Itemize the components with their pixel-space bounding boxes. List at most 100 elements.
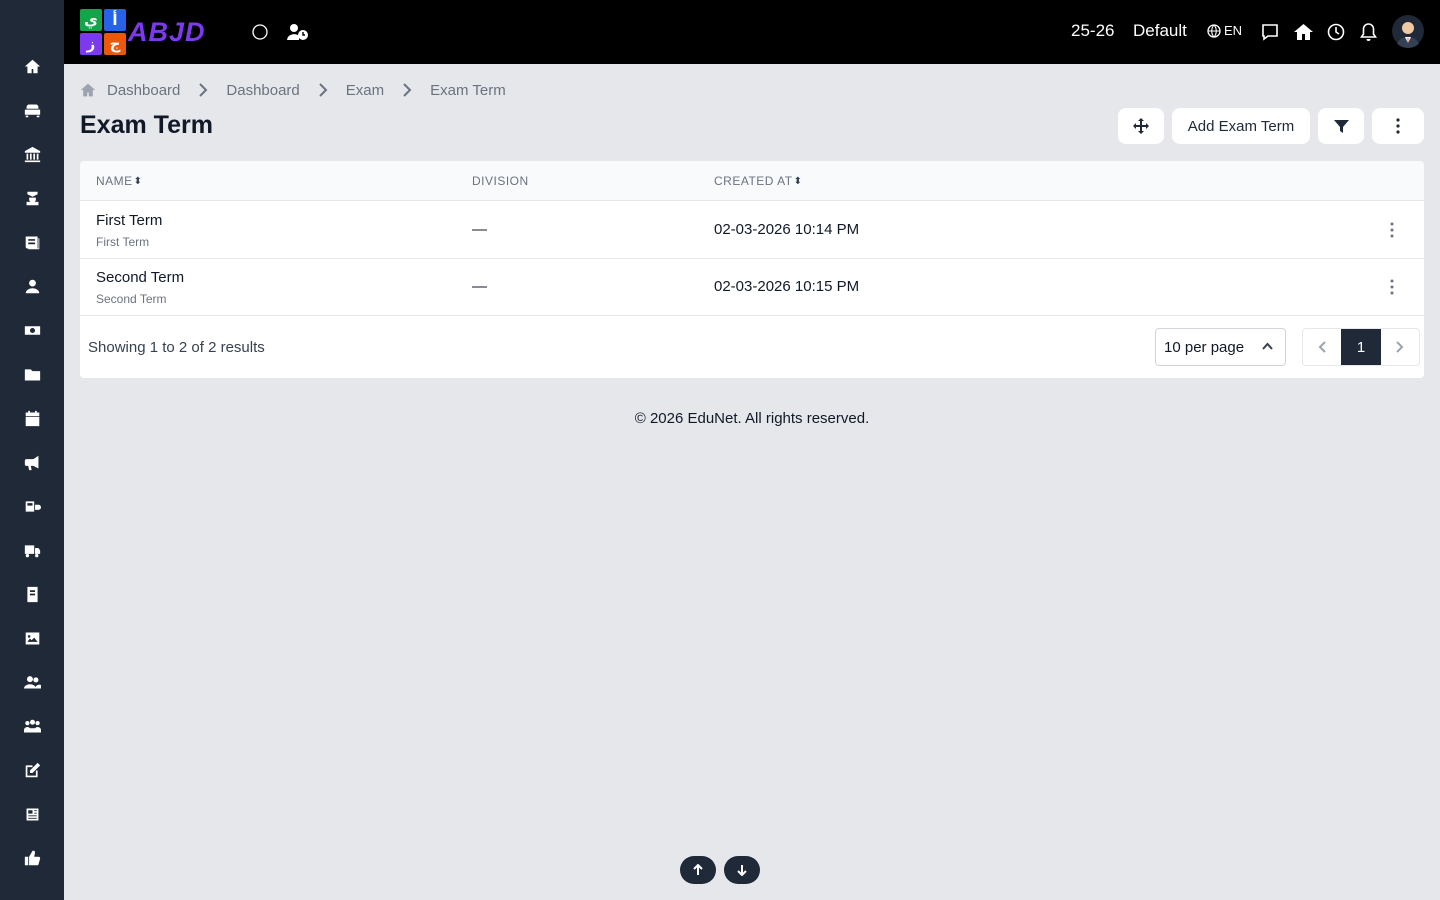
chevron-right-icon [402, 83, 412, 97]
scroll-up-button[interactable] [680, 856, 716, 884]
image-icon [25, 632, 39, 644]
sidebar-item-edit[interactable] [0, 748, 64, 792]
home-shortcut-button[interactable] [1293, 22, 1313, 42]
reorder-button[interactable] [1118, 108, 1164, 144]
row-actions-button[interactable] [1382, 219, 1402, 241]
term-subtitle: First Term [96, 235, 150, 249]
loading-circle-icon[interactable] [250, 22, 270, 42]
scroll-down-button[interactable] [724, 856, 760, 884]
arrow-up-icon [693, 864, 703, 875]
sidebar-item-graduation[interactable] [0, 176, 64, 220]
footer-copyright: © 2026 EduNet. All rights reserved. [634, 410, 870, 427]
column-header-created-at[interactable]: CREATED AT ⬍ [714, 174, 802, 188]
table-header: NAME ⬍ DIVISION CREATED AT ⬍ [80, 161, 1424, 201]
logo-text: ABJD [128, 16, 206, 47]
truck-icon [24, 544, 40, 557]
move-icon [1133, 118, 1149, 134]
term-created-at: 02-03-2026 10:15 PM [714, 278, 860, 295]
term-name: First Term [96, 212, 163, 229]
chat-icon [1262, 24, 1278, 41]
term-division: — [472, 278, 487, 295]
breadcrumb-home[interactable] [80, 82, 96, 98]
news-icon [26, 808, 38, 820]
results-summary: Showing 1 to 2 of 2 results [88, 339, 265, 356]
home-icon [80, 83, 96, 97]
sidebar-item-notebook[interactable] [0, 572, 64, 616]
messages-button[interactable] [1260, 22, 1280, 42]
breadcrumb-exam-term[interactable]: Exam Term [430, 82, 506, 99]
avatar[interactable] [1392, 14, 1424, 48]
term-name: Second Term [96, 269, 185, 286]
logo-cell: ز [80, 33, 102, 55]
term-subtitle: Second Term [96, 292, 167, 306]
add-exam-term-button[interactable]: Add Exam Term [1172, 108, 1310, 144]
history-button[interactable] [1326, 22, 1346, 42]
edit-icon [25, 762, 40, 777]
table-row[interactable]: Second Term Second Term — 02-03-2026 10:… [80, 259, 1424, 316]
clock-icon [1327, 23, 1345, 41]
chevron-up-icon [1262, 342, 1273, 350]
sidebar-item-groups[interactable] [0, 704, 64, 748]
book-icon [25, 236, 39, 249]
sidebar-item-folder[interactable] [0, 352, 64, 396]
arrow-down-icon [737, 865, 747, 876]
column-division-label: DIVISION [472, 174, 529, 188]
logo-mark: ي أ ز ج [80, 9, 126, 55]
per-page-value: 10 per page [1164, 338, 1245, 356]
notifications-button[interactable] [1358, 22, 1378, 42]
sidebar-item-announcements[interactable] [0, 440, 64, 484]
sidebar-item-feedback[interactable] [0, 836, 64, 880]
logo-cell: ج [104, 33, 126, 55]
vertical-dots-icon [1390, 279, 1394, 295]
sidebar-item-book[interactable] [0, 220, 64, 264]
more-options-button[interactable] [1372, 108, 1424, 144]
sidebar-item-users[interactable] [0, 660, 64, 704]
page-button-current[interactable]: 1 [1341, 329, 1381, 365]
column-created-at-label: CREATED AT [714, 174, 793, 188]
chevron-left-icon [1318, 341, 1326, 353]
breadcrumb-dashboard-2[interactable]: Dashboard [226, 82, 299, 99]
sidebar-item-sofa[interactable] [0, 88, 64, 132]
megaphone-icon [24, 455, 38, 470]
language-label: EN [1224, 23, 1243, 38]
graduation-icon [26, 191, 38, 205]
vertical-dots-icon [1396, 118, 1400, 134]
session-selector[interactable]: 25-26 [1071, 21, 1114, 41]
row-actions-button[interactable] [1382, 276, 1402, 298]
per-page-select[interactable]: 10 per page [1155, 328, 1286, 366]
teacher-icon [25, 279, 39, 293]
sidebar-item-transport[interactable] [0, 528, 64, 572]
breadcrumb-exam[interactable]: Exam [346, 82, 384, 99]
user-clock-icon[interactable] [287, 22, 309, 42]
sort-icon: ⬍ [133, 175, 143, 187]
profile-selector[interactable]: Default [1133, 21, 1187, 41]
column-header-name[interactable]: NAME ⬍ [96, 174, 143, 188]
sidebar-item-money[interactable] [0, 308, 64, 352]
filter-button[interactable] [1318, 108, 1364, 144]
sofa-icon [24, 104, 40, 117]
bell-icon [1359, 23, 1377, 41]
breadcrumb-dashboard[interactable]: Dashboard [107, 82, 180, 99]
home-icon [24, 59, 40, 73]
school-bus-icon [25, 500, 41, 512]
sidebar-item-teacher[interactable] [0, 264, 64, 308]
sidebar-item-bank[interactable] [0, 132, 64, 176]
logo-cell: أ [104, 9, 126, 31]
app-logo[interactable]: ي أ ز ج ABJD [80, 8, 224, 56]
term-created-at: 02-03-2026 10:14 PM [714, 221, 860, 238]
table-row[interactable]: First Term First Term — 02-03-2026 10:14… [80, 202, 1424, 259]
chevron-right-icon [1396, 341, 1404, 353]
globe-icon [1207, 23, 1221, 38]
vertical-dots-icon [1390, 222, 1394, 238]
column-header-division: DIVISION [472, 174, 529, 188]
sort-icon: ⬍ [793, 175, 803, 187]
language-selector[interactable]: EN [1207, 23, 1242, 38]
previous-page-button[interactable] [1303, 329, 1341, 365]
logo-cell: ي [80, 9, 102, 31]
sidebar-item-home[interactable] [0, 44, 64, 88]
sidebar-item-news[interactable] [0, 792, 64, 836]
next-page-button[interactable] [1381, 329, 1419, 365]
sidebar-item-gallery[interactable] [0, 616, 64, 660]
column-name-label: NAME [96, 174, 133, 188]
sidebar-item-school-bus[interactable] [0, 484, 64, 528]
